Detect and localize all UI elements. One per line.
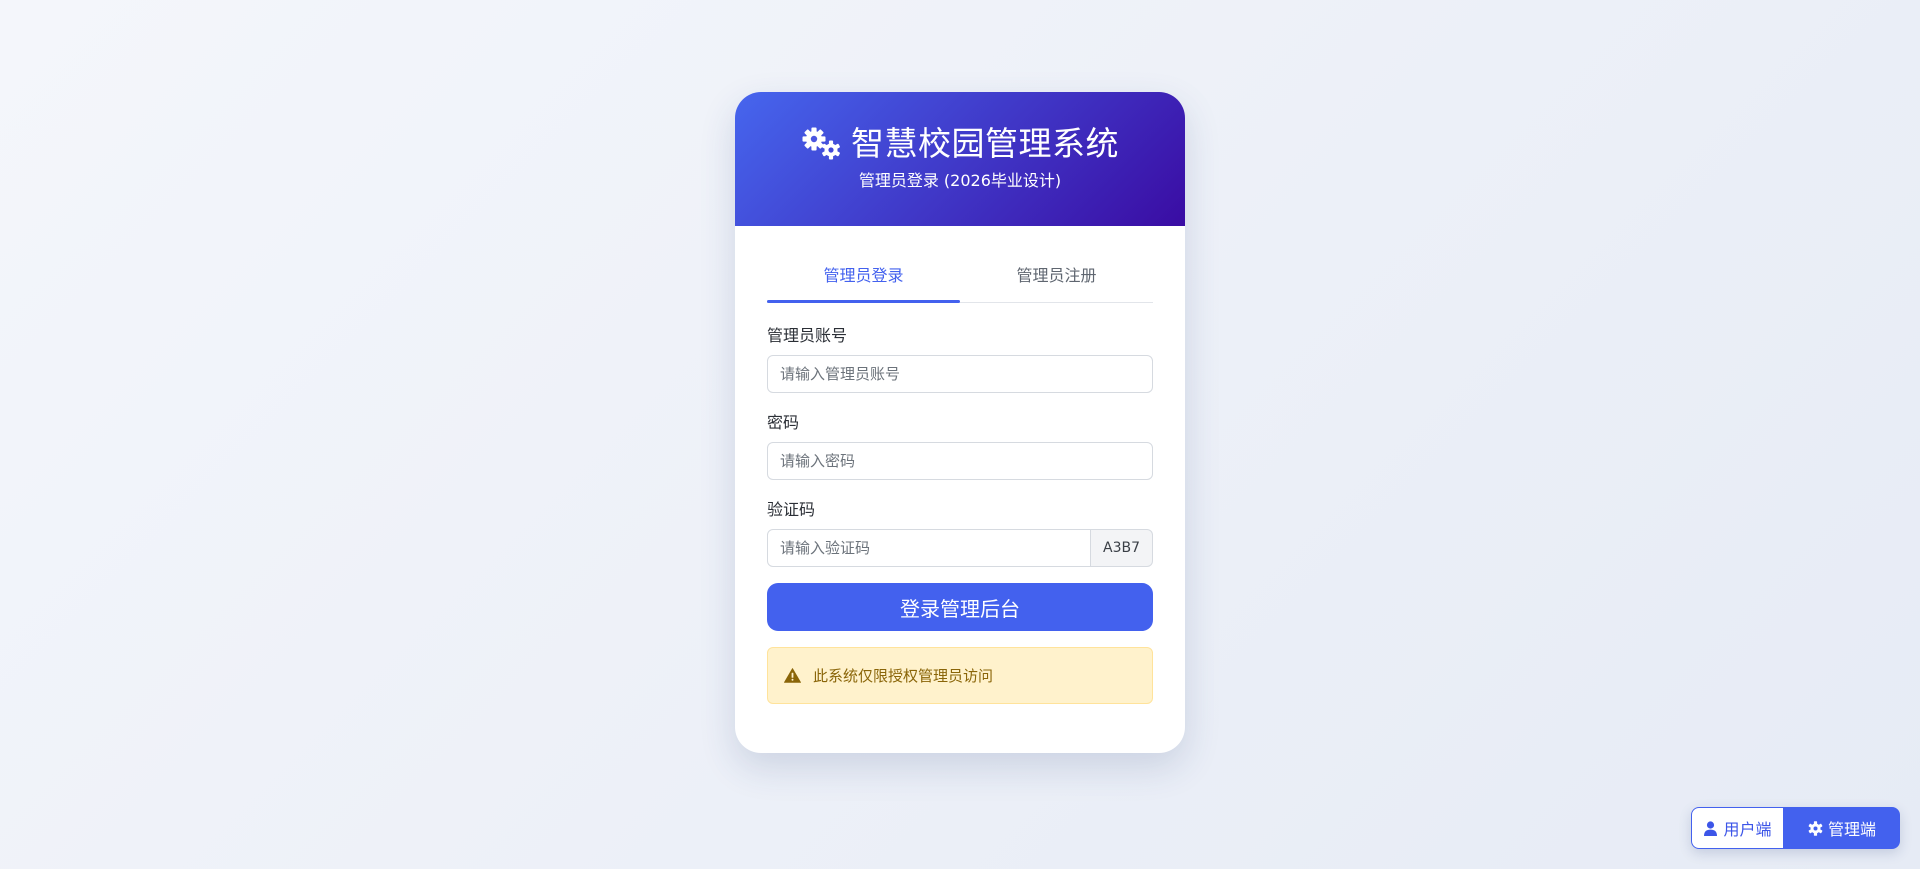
captcha-row: A3B7: [767, 529, 1153, 567]
tab-admin-register[interactable]: 管理员注册: [960, 256, 1153, 302]
account-label: 管理员账号: [767, 326, 848, 345]
password-input[interactable]: [767, 442, 1153, 480]
app-subtitle: 管理员登录 (2026毕业设计): [858, 171, 1062, 190]
warning-icon: [784, 668, 801, 683]
captcha-code[interactable]: A3B7: [1091, 529, 1153, 567]
captcha-input[interactable]: [767, 529, 1091, 567]
password-group: 密码: [767, 413, 1153, 480]
user-icon: [1703, 820, 1718, 836]
gears-icon: [801, 126, 843, 162]
access-warning-alert: 此系统仅限授权管理员访问: [767, 647, 1153, 704]
gear-icon: [1808, 820, 1823, 836]
login-button[interactable]: 登录管理后台: [767, 583, 1153, 631]
user-portal-label: 用户端: [1723, 820, 1772, 839]
portal-switcher: 用户端 管理端: [1691, 807, 1900, 849]
alert-text: 此系统仅限授权管理员访问: [813, 667, 994, 685]
tab-bar: 管理员登录 管理员注册: [767, 256, 1153, 303]
password-label: 密码: [767, 413, 800, 432]
tab-admin-login[interactable]: 管理员登录: [767, 256, 960, 303]
app-title: 智慧校园管理系统: [851, 124, 1119, 163]
admin-portal-button[interactable]: 管理端: [1784, 807, 1900, 849]
captcha-label: 验证码: [767, 500, 816, 519]
title-row: 智慧校园管理系统: [735, 124, 1185, 164]
account-group: 管理员账号: [767, 326, 1153, 393]
card-header: 智慧校园管理系统 管理员登录 (2026毕业设计): [735, 92, 1185, 226]
admin-portal-label: 管理端: [1827, 820, 1876, 839]
captcha-group: 验证码 A3B7: [767, 500, 1153, 567]
account-input[interactable]: [767, 355, 1153, 393]
login-card: 智慧校园管理系统 管理员登录 (2026毕业设计) 管理员登录 管理员注册 管理…: [735, 92, 1185, 753]
user-portal-button[interactable]: 用户端: [1691, 807, 1784, 849]
card-body: 管理员登录 管理员注册 管理员账号 密码 验证码 A3B7 登录管理后台: [735, 256, 1185, 704]
